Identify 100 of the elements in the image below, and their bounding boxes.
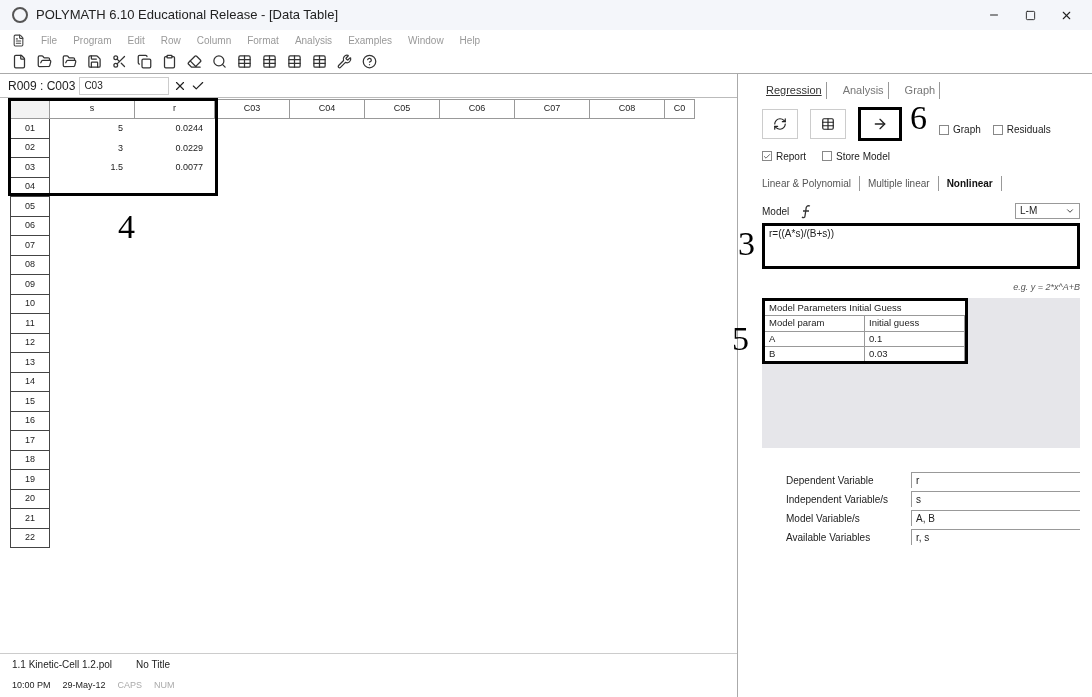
status-file: 1.1 Kinetic-Cell 1.2.pol <box>12 658 113 672</box>
cut-icon[interactable] <box>112 54 127 69</box>
model-tab[interactable]: Nonlinear <box>946 175 1002 191</box>
row-header[interactable]: 10 <box>10 294 50 314</box>
refresh-button[interactable] <box>762 108 798 139</box>
status-date: 29-May-12 <box>62 679 106 693</box>
table-icon[interactable] <box>237 54 252 69</box>
column-header[interactable]: C07 <box>515 99 590 119</box>
checkbox-label: Graph <box>953 123 981 137</box>
table-cell-text: 3 <box>117 141 124 155</box>
document-icon <box>12 33 25 47</box>
parameters-title: Model Parameters Initial Guess <box>765 301 965 317</box>
annotation-number: 6 <box>910 100 927 135</box>
column-header[interactable]: s <box>50 99 135 119</box>
model-tab[interactable]: Linear & Polynomial <box>762 175 860 191</box>
table-cell-text: 1.5 <box>109 161 124 174</box>
maximize-icon <box>1024 9 1036 21</box>
column-header[interactable]: C03 <box>215 99 290 119</box>
paste-icon[interactable] <box>162 54 177 69</box>
variable-input-field[interactable]: s <box>911 491 1080 507</box>
row-header[interactable]: 03 <box>10 158 50 178</box>
row-header[interactable]: 06 <box>10 216 50 236</box>
variable-label: Dependent Variable <box>786 473 875 488</box>
row-header[interactable]: 19 <box>10 470 50 490</box>
refresh-icon <box>773 116 787 131</box>
table-button[interactable] <box>810 108 846 139</box>
variable-input-field[interactable]: r, s <box>911 529 1080 545</box>
app-icon <box>12 7 28 23</box>
panel-tab[interactable]: Analysis <box>838 82 889 99</box>
help-icon[interactable] <box>362 54 377 69</box>
window-title: POLYMATH 6.10 Educational Release - [Data Table] <box>36 6 339 25</box>
row-header[interactable]: 12 <box>10 333 50 353</box>
parameter-cell[interactable]: A <box>765 331 865 346</box>
variable-label: Model Variable/s <box>786 511 861 526</box>
column-header[interactable]: C06 <box>440 99 515 119</box>
example-text: e.g. y = 2*x^A+B <box>1013 280 1080 294</box>
row-header[interactable]: 22 <box>10 528 50 548</box>
checkbox[interactable] <box>992 124 1003 135</box>
row-header[interactable]: 08 <box>10 255 50 275</box>
row-header[interactable]: 07 <box>10 236 50 256</box>
checkbox-label: Report <box>776 149 806 164</box>
column-header[interactable]: C0 <box>665 99 695 119</box>
row-header[interactable]: 05 <box>10 197 50 217</box>
cell-reference: R009 : C003 <box>8 77 76 95</box>
status-title: No Title <box>136 658 170 672</box>
column-header[interactable]: r <box>135 99 215 119</box>
table-cell-text: 5 <box>117 122 124 135</box>
checkbox[interactable] <box>762 151 772 161</box>
table-icon[interactable] <box>287 54 302 69</box>
status-caps: CAPS <box>117 679 143 693</box>
model-input-field[interactable]: r=((A*s)/(B+s)) <box>762 222 1080 269</box>
row-header[interactable]: 16 <box>10 411 50 431</box>
status-time: 10:00 PM <box>12 679 51 693</box>
variable-input-field[interactable]: A, B <box>911 510 1080 526</box>
column-header[interactable]: C05 <box>365 99 440 119</box>
parameter-cell[interactable]: B <box>765 346 865 361</box>
annotation-number: 3 <box>738 226 755 261</box>
table-cell-text: 0.0077 <box>174 161 204 174</box>
new-file-icon[interactable] <box>12 54 27 69</box>
checkbox[interactable] <box>939 124 949 135</box>
row-header[interactable]: 18 <box>10 450 50 470</box>
annotation-number: 5 <box>732 322 749 356</box>
parameters-header: Initial guess <box>865 316 965 331</box>
row-header[interactable]: 13 <box>10 353 50 373</box>
copy-icon[interactable] <box>137 54 152 69</box>
search-icon[interactable] <box>212 54 227 69</box>
column-header[interactable]: C04 <box>290 99 365 119</box>
eraser-icon[interactable] <box>187 54 202 69</box>
row-header[interactable]: 15 <box>10 392 50 412</box>
row-header[interactable]: 11 <box>10 314 50 334</box>
variable-label: Independent Variable/s <box>786 492 890 507</box>
variable-input-field[interactable]: r <box>911 472 1080 488</box>
wrench-icon[interactable] <box>337 54 352 69</box>
checkbox-label: Store Model <box>836 149 890 164</box>
table-icon[interactable] <box>262 54 277 69</box>
model-tab[interactable]: Multiple linear <box>867 175 939 191</box>
parameter-cell[interactable]: 0.1 <box>865 331 965 346</box>
checkbox-label: Residuals <box>1006 123 1051 137</box>
annotation-number: 4 <box>118 210 135 244</box>
row-header[interactable]: 01 <box>10 119 50 139</box>
row-header[interactable]: 14 <box>10 372 50 392</box>
row-header[interactable]: 21 <box>10 509 50 529</box>
method-dropdown[interactable]: L-M <box>1015 202 1080 219</box>
checkbox[interactable] <box>822 151 832 161</box>
row-header[interactable]: 17 <box>10 431 50 451</box>
column-header[interactable]: C08 <box>590 99 665 119</box>
table-icon[interactable] <box>312 54 327 69</box>
save-icon[interactable] <box>87 54 102 69</box>
parameter-cell[interactable]: 0.03 <box>865 346 965 361</box>
cell-input-field[interactable]: C03 <box>79 76 170 95</box>
panel-tab[interactable]: Graph <box>900 82 941 99</box>
folder-icon[interactable] <box>37 54 52 69</box>
row-header[interactable]: 09 <box>10 275 50 295</box>
panel-tab[interactable]: Regression <box>762 82 827 99</box>
row-header[interactable]: 20 <box>10 489 50 509</box>
folder-icon[interactable] <box>62 54 77 69</box>
parameters-header: Model param <box>765 316 865 331</box>
table-icon <box>821 116 835 131</box>
solve-button[interactable] <box>858 106 902 141</box>
variable-label: Available Variables <box>786 530 872 545</box>
